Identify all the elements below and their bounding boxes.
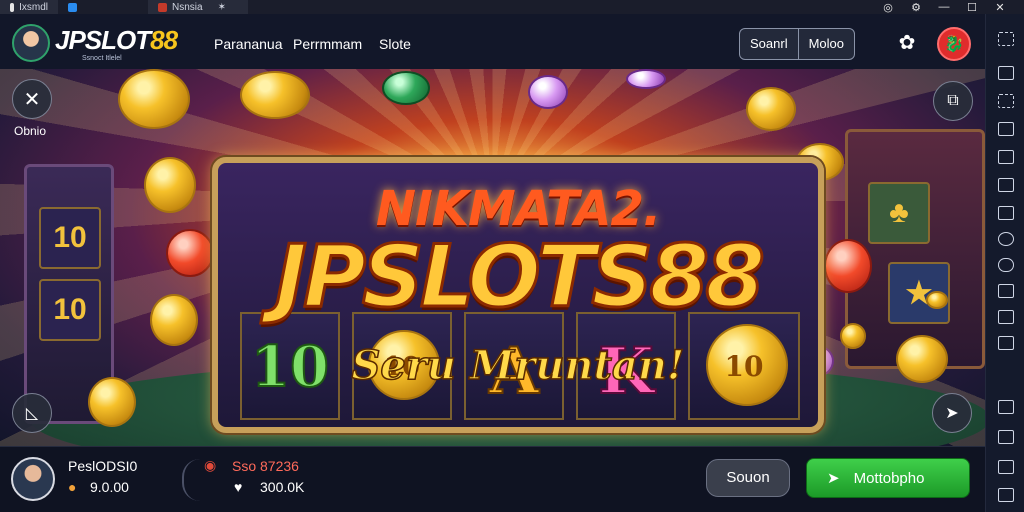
tab-label: Ixsmdl [19, 1, 48, 13]
record-icon[interactable]: ◎ [882, 1, 894, 14]
window-icon[interactable] [998, 206, 1014, 220]
nav-link-1[interactable]: Parananua [214, 36, 283, 52]
nav-link-2[interactable]: Perrmmam [293, 36, 362, 52]
machine-tile: ♣ [868, 182, 930, 244]
coin-icon [746, 87, 796, 131]
maximize-icon[interactable]: ☐ [966, 1, 978, 14]
more-icon[interactable] [998, 488, 1014, 502]
window-controls: ◎ ⚙ — ☐ ✕ [882, 1, 1024, 14]
settings-icon[interactable]: ⚙ [910, 1, 922, 14]
close-window-icon[interactable]: ✕ [994, 1, 1006, 14]
avatar[interactable] [11, 457, 55, 501]
side-toolbar [985, 14, 1024, 512]
close-button[interactable]: ✕ [12, 79, 52, 119]
header-button-right[interactable]: Moloo [799, 29, 854, 59]
coin-icon [896, 335, 948, 383]
rotate-icon[interactable] [998, 460, 1014, 474]
coin-icon [88, 377, 136, 427]
macro-icon[interactable] [998, 430, 1014, 444]
folder-icon[interactable] [998, 284, 1014, 298]
screenshot-icon[interactable] [998, 310, 1014, 324]
tab-favicon [10, 2, 15, 12]
coin-icon [118, 69, 190, 129]
browser-tab-2[interactable] [58, 0, 148, 14]
chip-icon [626, 69, 666, 89]
coin-icon [840, 323, 866, 349]
shrink-icon[interactable] [998, 94, 1014, 108]
dragon-badge-icon[interactable]: 🐉 [937, 27, 971, 61]
tab-pin-icon[interactable]: ✶ [218, 2, 226, 13]
tab-favicon [158, 2, 167, 12]
coin-icon [240, 71, 310, 119]
logo-tagline: Ssnoct Itlelel [82, 55, 122, 62]
display-icon[interactable] [998, 178, 1014, 192]
primary-action-label: Mottobpho [853, 469, 925, 487]
heart-icon: ♥ [234, 479, 243, 495]
keyboard-icon[interactable] [998, 122, 1014, 136]
logo-text-main: JPSLOT [55, 25, 151, 55]
site-logo[interactable]: JPSLOT88 [55, 25, 178, 55]
chat-icon[interactable] [998, 400, 1014, 414]
pip-icon[interactable]: ⧉ [933, 81, 973, 121]
balance-icon: ● [68, 479, 77, 495]
screen-icon[interactable] [998, 150, 1014, 164]
location-pin-icon: ◉ [204, 457, 217, 473]
coin-icon [926, 291, 948, 309]
bottom-bar: PeslODSI0 ● 9.0.00 ◉ Sso 87236 ♥ 300.0K … [0, 446, 985, 512]
expand-icon[interactable] [998, 32, 1014, 46]
send-icon: ➤ [827, 470, 840, 487]
browser-tab-3[interactable]: Nsnsia ✶ [148, 0, 248, 14]
chip-icon [166, 229, 214, 277]
user-balance: 9.0.00 [90, 479, 129, 495]
logo-text-digits: 88 [150, 25, 178, 55]
layers-icon[interactable] [998, 336, 1014, 350]
share-icon[interactable]: ➤ [932, 393, 972, 433]
coin-icon [150, 294, 198, 346]
volume-icon[interactable]: ◺ [12, 393, 52, 433]
browser-tab-strip: Ixsmdl Nsnsia ✶ ◎ ⚙ — ☐ ✕ [0, 0, 1024, 14]
close-label: Obnio [14, 124, 47, 138]
browser-tab-1[interactable]: Ixsmdl [0, 0, 58, 14]
user-name: PeslODSI0 [68, 458, 138, 474]
banner-headline-tagline: Seru Mruntan! [351, 342, 685, 389]
logo-avatar [12, 24, 50, 62]
stat-bottom: 300.0K [260, 479, 305, 495]
location-icon[interactable] [998, 258, 1014, 272]
stat-top: Sso 87236 [232, 458, 299, 474]
coin-icon [144, 157, 196, 213]
machine-tile: 10 [39, 279, 101, 341]
chip-icon [528, 75, 568, 109]
promo-banner: 10 10 ♣ ★ 10 10 A K 10 NIKMATA2. JPSLOTS… [0, 69, 985, 446]
search-button[interactable]: Souon [706, 459, 790, 497]
chip-icon [824, 239, 872, 293]
record-toolbar-icon[interactable] [998, 232, 1014, 246]
nav-link-3[interactable]: Slote [379, 36, 411, 52]
tab-favicon [68, 2, 77, 12]
machine-tile: 10 [39, 207, 101, 269]
divider [182, 459, 200, 501]
banner-headline-brand: JPSLOTS88 [273, 227, 766, 327]
header-button-left[interactable]: Soanrl [740, 29, 798, 59]
header-button-group: Soanrl Moloo [739, 28, 855, 60]
tab-label: Nsnsia [172, 1, 203, 13]
minimize-icon[interactable]: — [938, 1, 950, 14]
primary-action-button[interactable]: ➤ Mottobpho [806, 458, 970, 498]
app-header: JPSLOT88 Ssnoct Itlelel Parananua Perrmm… [0, 14, 985, 69]
gear-icon[interactable]: ✿ [896, 32, 918, 54]
fullscreen-icon[interactable] [998, 66, 1014, 80]
chip-icon [382, 71, 430, 105]
